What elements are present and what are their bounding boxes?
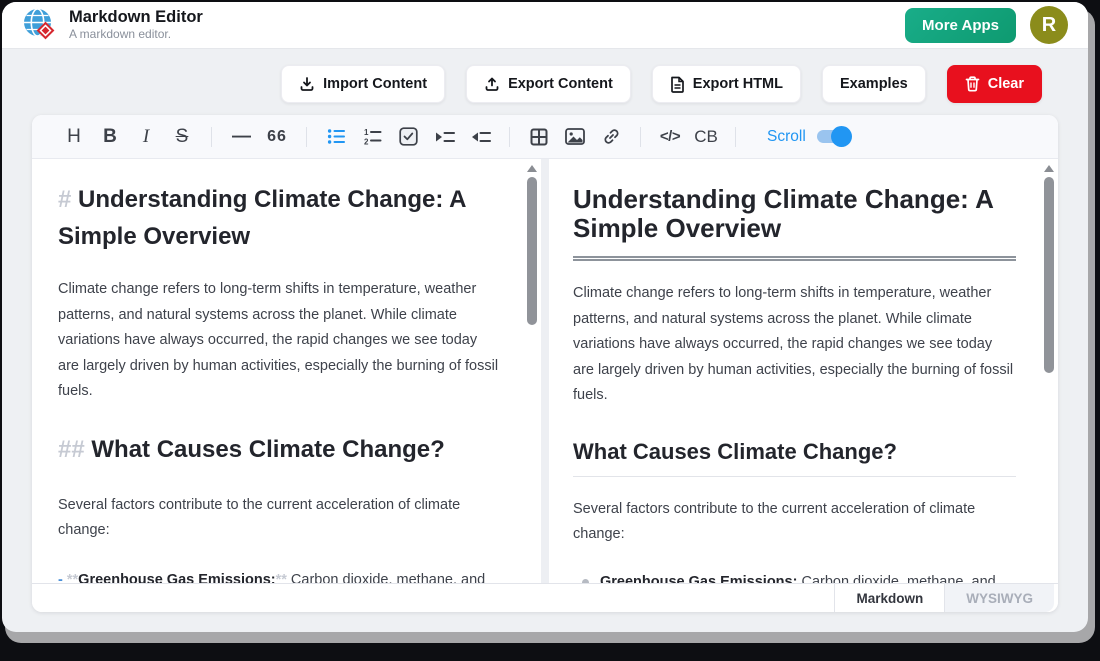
action-buttons-row: Import Content Export Content Export HTM…: [32, 65, 1042, 103]
export-html-label: Export HTML: [693, 76, 783, 92]
scroll-sync-toggle[interactable]: [817, 130, 849, 143]
md-list-line: - **Greenhouse Gas Emissions:** Carbon d…: [58, 568, 499, 584]
toolbar-separator: [735, 127, 736, 147]
code-block-button[interactable]: CB: [688, 121, 724, 153]
toggle-knob: [831, 126, 852, 147]
horizontal-rule-icon: —: [232, 126, 250, 148]
bold-icon: B: [103, 126, 117, 148]
md-list-block: - **Greenhouse Gas Emissions:** Carbon d…: [58, 568, 499, 584]
export-content-button[interactable]: Export Content: [466, 65, 631, 103]
clear-button[interactable]: Clear: [947, 65, 1042, 103]
preview-paragraph: Several factors contribute to the curren…: [573, 497, 1016, 548]
scrollbar-thumb[interactable]: [527, 177, 537, 325]
page-subtitle: A markdown editor.: [69, 27, 203, 42]
h2-marker: ##: [58, 436, 85, 463]
md-heading2-line: ## What Causes Climate Change?: [58, 433, 499, 467]
examples-button[interactable]: Examples: [822, 65, 926, 103]
ordered-list-icon: 1 2: [363, 127, 382, 146]
outdent-button[interactable]: [462, 121, 498, 153]
horizontal-rule-button[interactable]: —: [223, 121, 259, 153]
page-title: Markdown Editor: [69, 8, 203, 27]
task-list-icon: [399, 127, 418, 146]
user-avatar[interactable]: R: [1030, 6, 1068, 44]
image-icon: [565, 128, 585, 145]
editor-card: H B I S — 66 1 2: [32, 115, 1058, 612]
markdown-source-content: # Understanding Climate Change: A Simple…: [32, 159, 541, 583]
app-title-block: Markdown Editor A markdown editor.: [69, 8, 203, 42]
bullet-list-button[interactable]: [318, 121, 354, 153]
preview-paragraph: Climate change refers to long-term shift…: [573, 281, 1016, 409]
app-window: Markdown Editor A markdown editor. More …: [2, 2, 1088, 632]
heading-icon: H: [67, 126, 81, 148]
scroll-up-arrow-icon[interactable]: [1044, 165, 1054, 172]
preview-bullet-list: Greenhouse Gas Emissions: Carbon dioxide…: [573, 570, 1016, 584]
h1-marker: #: [58, 186, 71, 213]
clear-label: Clear: [988, 76, 1024, 92]
import-content-label: Import Content: [323, 76, 427, 92]
blockquote-button[interactable]: 66: [259, 121, 295, 153]
source-pane-scrollbar[interactable]: [525, 162, 538, 580]
md-paragraph: Climate change refers to long-term shift…: [58, 277, 499, 405]
heading-button[interactable]: H: [56, 121, 92, 153]
bullet-list-icon: [327, 127, 346, 146]
preview-heading2: What Causes Climate Change?: [573, 431, 1016, 477]
document-icon: [670, 76, 685, 93]
link-icon: [602, 127, 621, 146]
indent-icon: [434, 128, 455, 146]
import-content-button[interactable]: Import Content: [281, 65, 445, 103]
toolbar-separator: [509, 127, 510, 147]
app-header: Markdown Editor A markdown editor. More …: [2, 2, 1088, 49]
list-item: Greenhouse Gas Emissions: Carbon dioxide…: [573, 570, 1016, 584]
task-list-button[interactable]: [390, 121, 426, 153]
italic-button[interactable]: I: [128, 121, 164, 153]
scrollbar-thumb[interactable]: [1044, 177, 1054, 373]
download-icon: [299, 76, 315, 92]
toolbar-separator: [640, 127, 641, 147]
ordered-list-button[interactable]: 1 2: [354, 121, 390, 153]
inline-code-button[interactable]: </>: [652, 121, 688, 153]
bold-button[interactable]: B: [92, 121, 128, 153]
strikethrough-icon: S: [176, 126, 189, 148]
table-button[interactable]: [521, 121, 557, 153]
svg-text:1: 1: [364, 128, 369, 137]
blockquote-icon: 66: [267, 128, 287, 146]
trash-icon: [965, 76, 980, 92]
preview-pane-scrollbar[interactable]: [1042, 162, 1055, 580]
svg-text:2: 2: [364, 138, 369, 147]
md-paragraph: Several factors contribute to the curren…: [58, 493, 499, 544]
markdown-source-pane[interactable]: # Understanding Climate Change: A Simple…: [32, 159, 541, 583]
toolbar-separator: [306, 127, 307, 147]
link-button[interactable]: [593, 121, 629, 153]
scroll-sync-control[interactable]: Scroll: [767, 128, 849, 146]
export-content-label: Export Content: [508, 76, 613, 92]
outdent-icon: [470, 128, 491, 146]
inline-code-icon: </>: [660, 128, 680, 145]
editor-panes: # Understanding Climate Change: A Simple…: [32, 159, 1058, 583]
md-heading1-line: # Understanding Climate Change: A Simple…: [58, 181, 499, 255]
table-icon: [530, 128, 548, 146]
formatting-toolbar: H B I S — 66 1 2: [32, 115, 1058, 159]
image-button[interactable]: [557, 121, 593, 153]
scroll-up-arrow-icon[interactable]: [527, 165, 537, 172]
more-apps-button[interactable]: More Apps: [905, 8, 1016, 43]
h2-text: What Causes Climate Change?: [91, 436, 444, 463]
tab-markdown[interactable]: Markdown: [834, 584, 945, 612]
code-block-icon: CB: [694, 127, 718, 147]
examples-label: Examples: [840, 76, 908, 92]
tab-wysiwyg[interactable]: WYSIWYG: [945, 584, 1054, 612]
preview-pane: Understanding Climate Change: A Simple O…: [549, 159, 1058, 583]
app-logo-globe-icon: [22, 7, 58, 43]
h1-text: Understanding Climate Change: A Simple O…: [58, 186, 466, 250]
toolbar-separator: [211, 127, 212, 147]
export-html-button[interactable]: Export HTML: [652, 65, 801, 103]
italic-icon: I: [143, 126, 149, 148]
upload-icon: [484, 76, 500, 92]
strikethrough-button[interactable]: S: [164, 121, 200, 153]
preview-content: Understanding Climate Change: A Simple O…: [549, 159, 1058, 583]
preview-heading1: Understanding Climate Change: A Simple O…: [573, 181, 1016, 261]
bottom-tab-bar: Markdown WYSIWYG: [32, 583, 1058, 612]
indent-button[interactable]: [426, 121, 462, 153]
scroll-sync-label: Scroll: [767, 128, 806, 146]
